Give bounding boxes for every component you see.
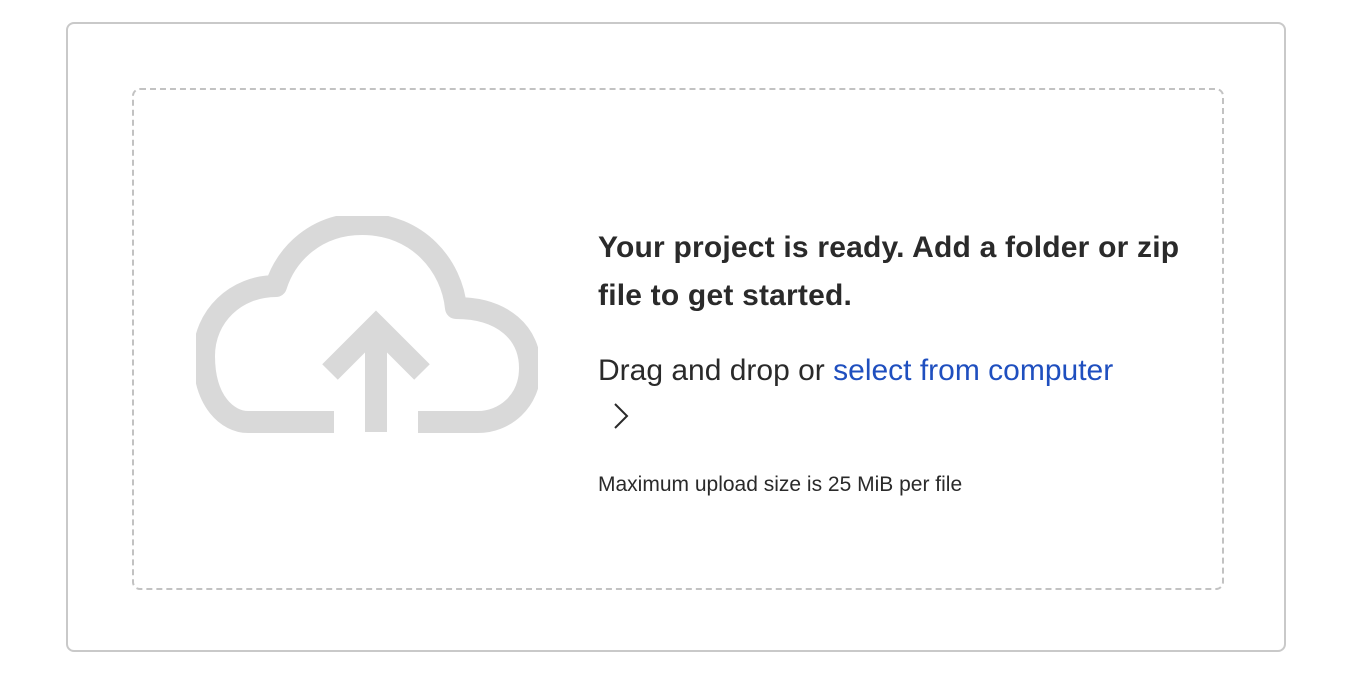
drag-drop-text: Drag and drop or: [598, 354, 834, 387]
max-upload-size-note: Maximum upload size is 25 MiB per file: [598, 473, 963, 497]
upload-heading: Your project is ready. Add a folder or z…: [598, 231, 1180, 312]
upload-card: Your project is ready. Add a folder or z…: [66, 22, 1286, 652]
upload-text-block: Your project is ready. Add a folder or z…: [598, 224, 1198, 499]
drop-zone[interactable]: Your project is ready. Add a folder or z…: [132, 88, 1224, 590]
select-from-computer-link[interactable]: select from computer: [833, 354, 1113, 387]
chevron-right-icon[interactable]: [612, 397, 630, 447]
drag-drop-line: Drag and drop or select from computer: [598, 346, 1198, 447]
cloud-upload-icon: [196, 216, 538, 433]
